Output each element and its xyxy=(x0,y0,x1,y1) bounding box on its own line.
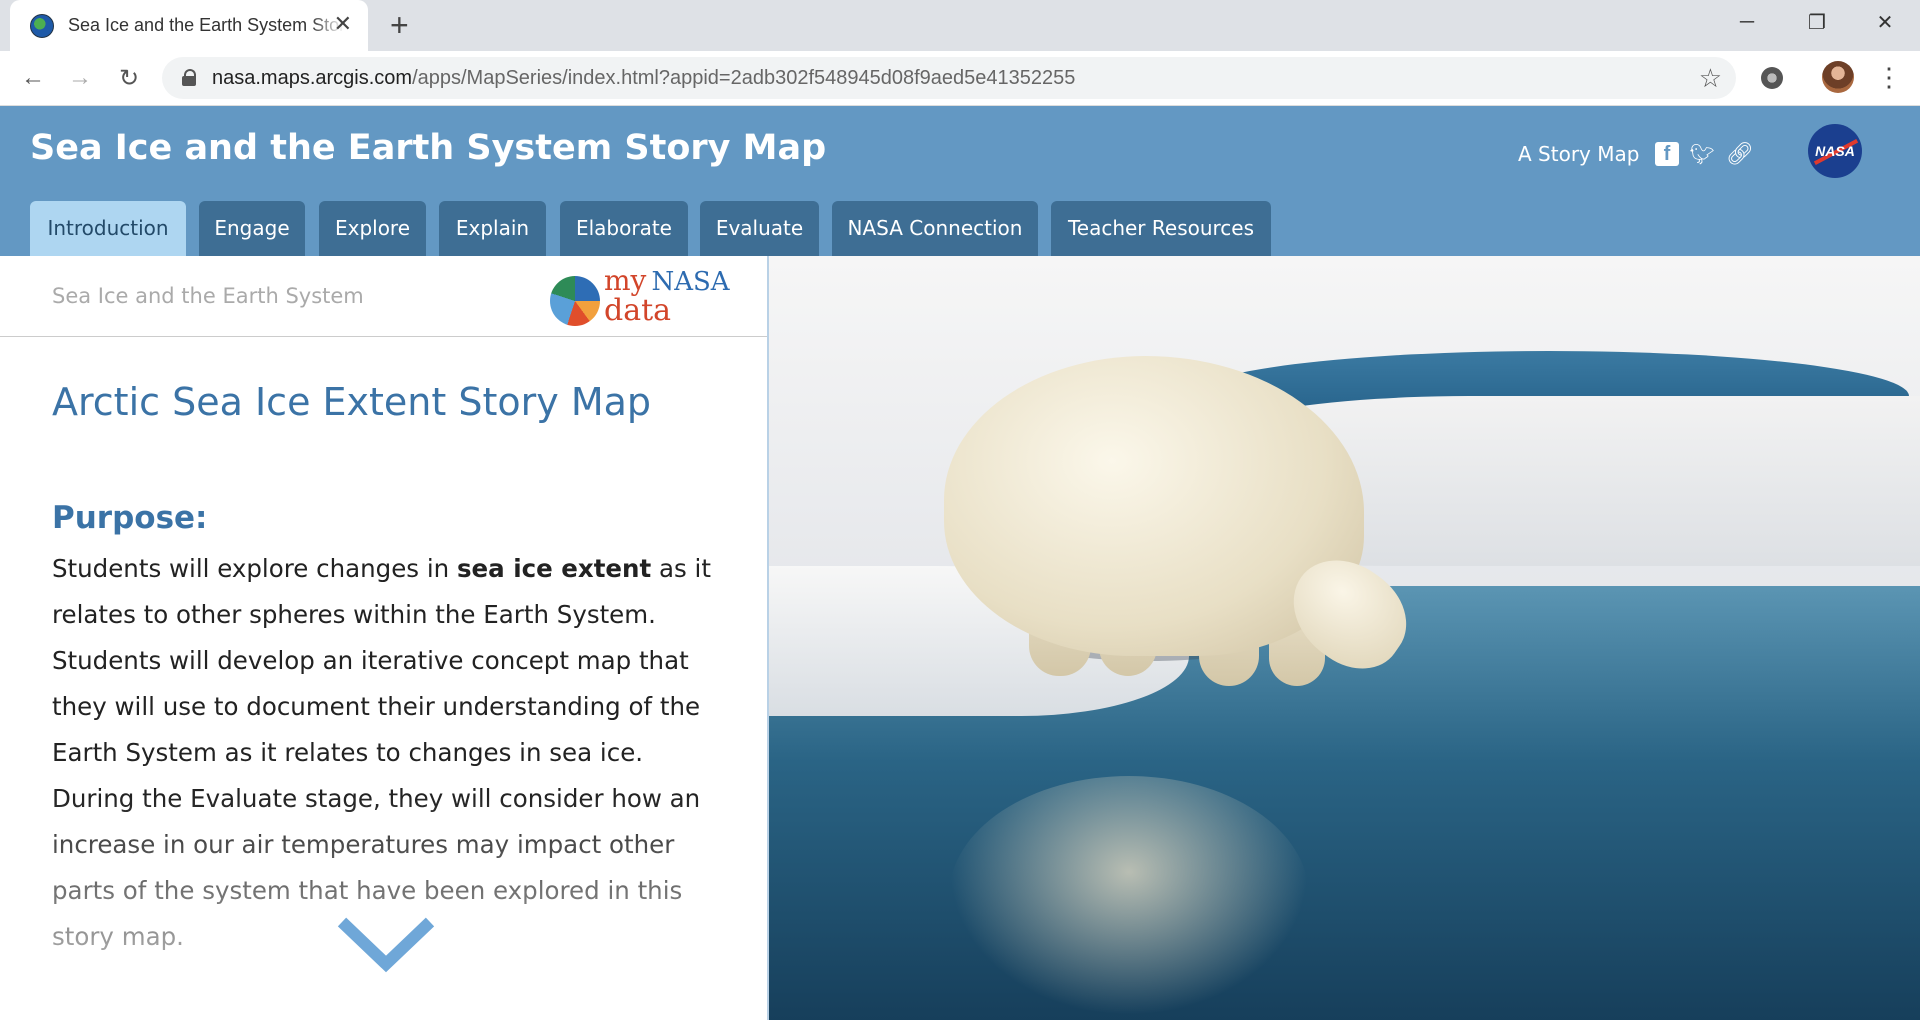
star-icon[interactable]: ☆ xyxy=(1699,63,1722,94)
extension-icon[interactable] xyxy=(1761,67,1783,89)
back-icon[interactable]: ← xyxy=(16,61,50,95)
tab-elaborate[interactable]: Elaborate xyxy=(560,201,688,256)
browser-tab-strip: Sea Ice and the Earth System Story Map ✕… xyxy=(0,0,1920,51)
side-panel-header: Sea Ice and the Earth System my NASA dat… xyxy=(0,256,767,337)
tab-explain[interactable]: Explain xyxy=(439,201,546,256)
story-map-header: Sea Ice and the Earth System Story Map A… xyxy=(0,106,1920,256)
facebook-icon[interactable]: f xyxy=(1655,142,1679,166)
logo-data: data xyxy=(604,293,672,328)
twitter-icon[interactable]: 🐦︎ xyxy=(1689,142,1714,166)
url-path: /apps/MapSeries/index.html?appid=2adb302… xyxy=(412,67,1076,89)
browser-toolbar: ← → ↻ nasa.maps.arcgis.com/apps/MapSerie… xyxy=(0,51,1920,106)
my-nasa-data-logo[interactable]: my NASA data xyxy=(550,266,735,328)
nasa-logo[interactable]: NASA xyxy=(1808,124,1862,178)
tab-close-icon[interactable]: ✕ xyxy=(334,13,352,35)
side-panel-title: Sea Ice and the Earth System xyxy=(52,284,364,308)
tab-evaluate[interactable]: Evaluate xyxy=(700,201,819,256)
link-icon[interactable]: 🔗︎ xyxy=(1726,141,1754,166)
scroll-down-chevron-icon[interactable] xyxy=(336,914,436,974)
forward-icon[interactable]: → xyxy=(63,61,97,95)
reload-icon[interactable]: ↻ xyxy=(112,61,146,95)
browser-tab[interactable]: Sea Ice and the Earth System Story Map ✕ xyxy=(10,0,368,51)
minimize-icon[interactable]: ─ xyxy=(1714,0,1780,44)
story-map-label: A Story Map xyxy=(1518,142,1640,166)
tab-introduction[interactable]: Introduction xyxy=(30,201,186,256)
tab-title: Sea Ice and the Earth System Story Map xyxy=(68,15,344,35)
new-tab-button[interactable]: + xyxy=(390,8,409,42)
url-domain: nasa.maps.arcgis.com xyxy=(212,67,413,89)
tab-nasa-connection[interactable]: NASA Connection xyxy=(832,201,1038,256)
profile-avatar[interactable] xyxy=(1822,61,1854,93)
tab-explore[interactable]: Explore xyxy=(319,201,426,256)
tab-engage[interactable]: Engage xyxy=(199,201,305,256)
page-title: Sea Ice and the Earth System Story Map xyxy=(30,128,827,168)
purpose-text-start: Students will explore changes in xyxy=(52,554,457,583)
image-bear-reflection xyxy=(949,776,1309,1016)
globe-favicon-icon xyxy=(30,13,54,38)
restore-icon[interactable]: ❐ xyxy=(1784,0,1850,44)
main-image-polar-bear xyxy=(769,256,1920,1020)
purpose-heading: Purpose: xyxy=(52,500,208,536)
nasa-logo-text: NASA xyxy=(1815,143,1855,159)
tab-teacher-resources[interactable]: Teacher Resources xyxy=(1051,201,1271,256)
section-heading: Arctic Sea Ice Extent Story Map xyxy=(52,380,652,424)
window-close-icon[interactable]: ✕ xyxy=(1852,0,1918,44)
scroll-fade xyxy=(0,796,767,1020)
url-text[interactable]: nasa.maps.arcgis.com/apps/MapSeries/inde… xyxy=(212,57,1075,99)
address-bar[interactable]: nasa.maps.arcgis.com/apps/MapSeries/inde… xyxy=(162,57,1736,99)
purpose-text-bold: sea ice extent xyxy=(456,554,652,583)
globe-logo-icon xyxy=(550,276,600,326)
lock-icon xyxy=(182,69,196,86)
menu-icon[interactable]: ⋮ xyxy=(1876,63,1902,91)
side-panel: Sea Ice and the Earth System my NASA dat… xyxy=(0,256,767,1020)
